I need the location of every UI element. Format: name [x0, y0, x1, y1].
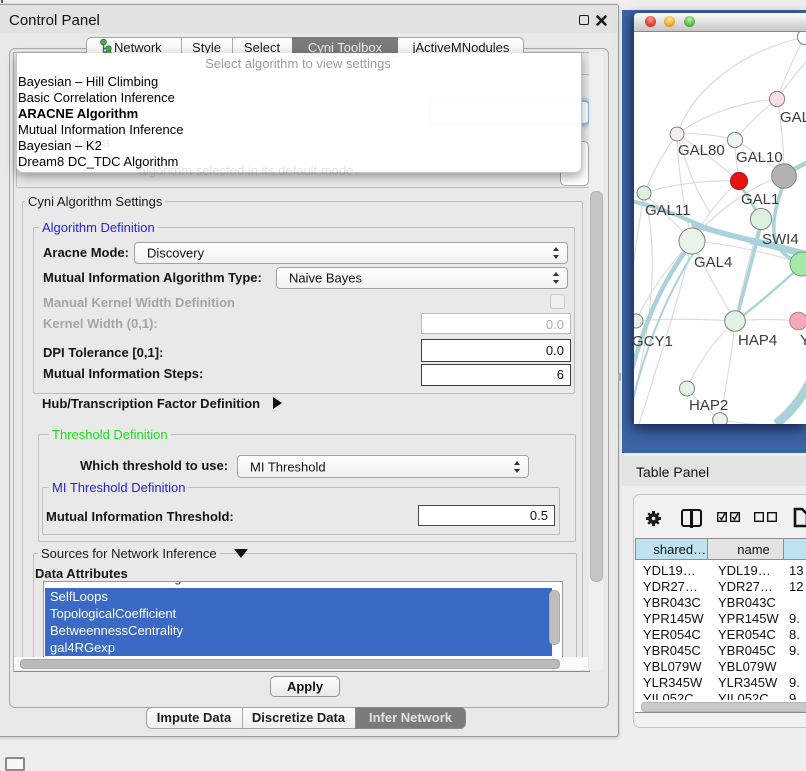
svg-text:GAL10: GAL10: [736, 149, 783, 166]
svg-text:GAL11: GAL11: [645, 202, 691, 219]
svg-text:GAL: GAL: [780, 109, 806, 126]
svg-text:SWI4: SWI4: [762, 231, 799, 248]
svg-text:GAL80: GAL80: [678, 142, 725, 159]
svg-text:HAP2: HAP2: [689, 397, 728, 414]
svg-text:HAP4: HAP4: [738, 332, 777, 349]
svg-text:GAL1: GAL1: [741, 191, 779, 208]
svg-text:Y: Y: [800, 332, 806, 349]
svg-text:GAL4: GAL4: [694, 254, 732, 271]
svg-text:GCY1: GCY1: [634, 333, 673, 350]
